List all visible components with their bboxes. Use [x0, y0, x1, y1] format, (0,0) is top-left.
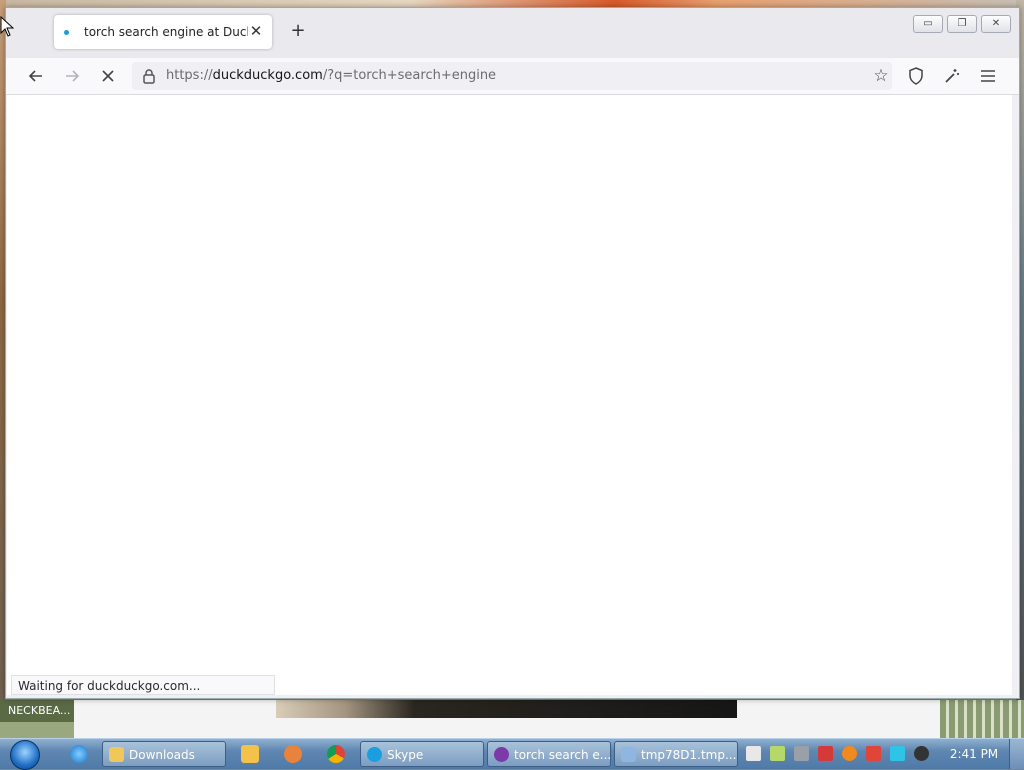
- windows-logo-icon: [10, 740, 40, 770]
- tray-settings-icon[interactable]: [794, 746, 809, 761]
- start-button[interactable]: [6, 739, 46, 770]
- stop-button[interactable]: [96, 64, 120, 88]
- url-path: /?q=torch+search+engine: [322, 68, 497, 83]
- tray-network-icon[interactable]: [890, 746, 905, 761]
- url-scheme: https://: [166, 68, 213, 83]
- url-text[interactable]: https://duckduckgo.com/?q=torch+search+e…: [166, 68, 496, 83]
- window-controls: ▭ ❐ ✕: [913, 15, 1011, 33]
- chrome-icon[interactable]: [327, 745, 345, 763]
- desktop-label[interactable]: NECKBEA...: [0, 700, 74, 722]
- image-viewer-icon: [621, 747, 636, 762]
- restore-button[interactable]: ❐: [947, 15, 977, 33]
- wand-sparkle-icon: [945, 69, 959, 83]
- tray-volume-icon[interactable]: [914, 746, 929, 761]
- stop-loading-icon: [102, 70, 114, 82]
- folder-icon: [109, 747, 124, 762]
- tab-strip: torch search engine at DuckDuc ✕ + ▭ ❐ ✕: [6, 8, 1019, 58]
- taskbar: Downloads Skype torch search e... tmp78D…: [0, 738, 1024, 770]
- arrow-left-icon: [28, 70, 42, 82]
- desktop-background-bottom: NECKBEA...: [0, 700, 1024, 740]
- hamburger-menu-icon: [981, 70, 995, 82]
- tray-app-icon[interactable]: [770, 746, 785, 761]
- system-tray: [742, 739, 942, 769]
- tab-title: torch search engine at DuckDuc: [84, 25, 248, 39]
- loading-dot-icon: [64, 30, 69, 35]
- show-desktop-button[interactable]: [1009, 739, 1024, 769]
- media-player-icon[interactable]: [241, 745, 259, 763]
- close-window-button[interactable]: ✕: [981, 15, 1011, 33]
- mouse-cursor-icon: [0, 16, 14, 37]
- taskbar-button-tmp-file[interactable]: tmp78D1.tmp....: [614, 741, 738, 767]
- taskbar-button-label: tmp78D1.tmp....: [641, 748, 738, 762]
- extensions-button[interactable]: [940, 64, 964, 88]
- shield-button[interactable]: [904, 64, 928, 88]
- clock[interactable]: 2:41 PM: [948, 739, 1000, 769]
- taskbar-button-downloads[interactable]: Downloads: [102, 741, 226, 767]
- taskbar-button-label: Skype: [387, 748, 424, 762]
- taskbar-button-skype[interactable]: Skype: [360, 741, 484, 767]
- shield-icon: [909, 67, 923, 85]
- page-content-blank: [7, 95, 1012, 695]
- lock-icon[interactable]: [142, 68, 156, 84]
- back-button[interactable]: [24, 64, 48, 88]
- address-bar[interactable]: https://duckduckgo.com/?q=torch+search+e…: [132, 62, 892, 90]
- browser-window: torch search engine at DuckDuc ✕ + ▭ ❐ ✕…: [5, 7, 1020, 699]
- bookmark-star-icon[interactable]: ☆: [870, 66, 892, 86]
- forward-button[interactable]: [60, 64, 84, 88]
- new-tab-button[interactable]: +: [288, 21, 308, 41]
- tab-close-icon[interactable]: ✕: [248, 23, 264, 39]
- internet-explorer-icon[interactable]: [70, 745, 88, 763]
- tray-antivirus-icon[interactable]: [818, 746, 833, 761]
- arrow-right-icon: [66, 70, 80, 82]
- status-bar: Waiting for duckduckgo.com...: [11, 675, 275, 695]
- menu-button[interactable]: [976, 64, 1000, 88]
- background-photo: [276, 700, 737, 718]
- navigation-toolbar: https://duckduckgo.com/?q=torch+search+e…: [6, 58, 1019, 95]
- app-shortcut-icon[interactable]: [284, 745, 302, 763]
- tray-flag-icon[interactable]: [866, 746, 881, 761]
- tray-search-icon[interactable]: [842, 746, 857, 761]
- tor-browser-icon: [494, 747, 509, 762]
- tab-active[interactable]: torch search engine at DuckDuc ✕: [54, 15, 272, 49]
- minimize-button[interactable]: ▭: [913, 15, 943, 33]
- skype-icon: [367, 747, 382, 762]
- taskbar-button-label: torch search e...: [514, 748, 611, 762]
- tray-app-icon[interactable]: [746, 746, 761, 761]
- taskbar-button-label: Downloads: [129, 748, 195, 762]
- url-host: duckduckgo.com: [212, 68, 323, 83]
- taskbar-button-tor-browser[interactable]: torch search e...: [487, 741, 611, 767]
- background-image-fragment: [940, 700, 1024, 740]
